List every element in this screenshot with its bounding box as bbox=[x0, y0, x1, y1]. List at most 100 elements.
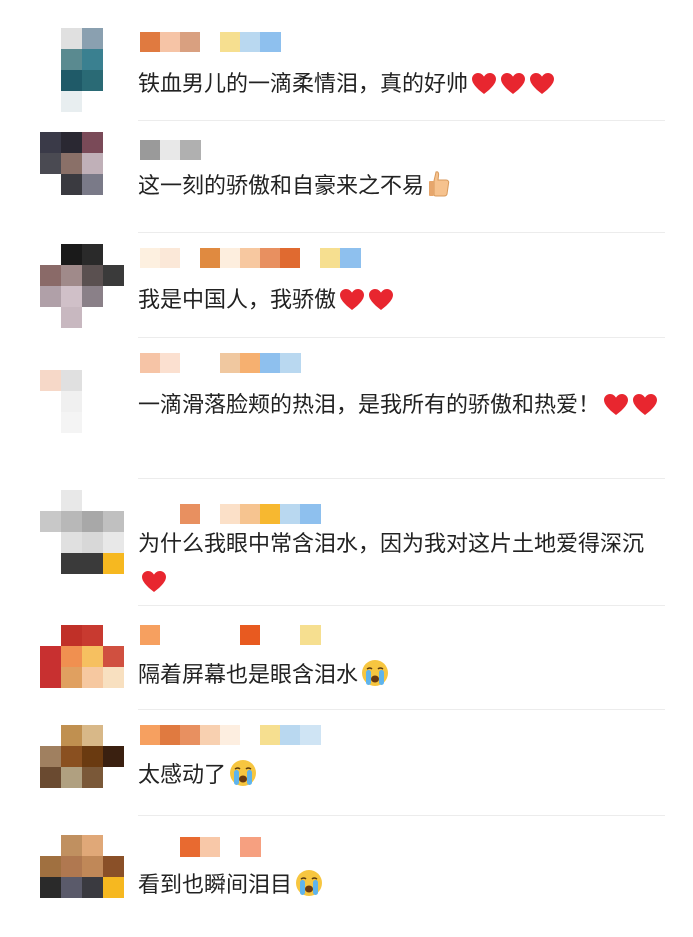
avatar-pixel bbox=[103, 646, 124, 667]
username-redacted[interactable] bbox=[140, 504, 400, 524]
username-pixel bbox=[160, 248, 181, 268]
avatar-pixel bbox=[61, 511, 82, 532]
avatar-pixel bbox=[82, 898, 103, 919]
comment-text: 太感动了 bbox=[138, 757, 668, 795]
avatar-pixel bbox=[40, 391, 61, 412]
avatar-pixel bbox=[40, 856, 61, 877]
avatar[interactable] bbox=[40, 349, 124, 433]
username-pixel bbox=[160, 725, 181, 745]
username-pixel bbox=[280, 504, 301, 524]
username-pixel bbox=[140, 725, 161, 745]
username-pixel bbox=[140, 353, 161, 373]
avatar-pixel bbox=[82, 490, 103, 511]
username-pixel bbox=[240, 725, 261, 745]
avatar-pixel bbox=[40, 49, 61, 70]
avatar-pixel bbox=[61, 856, 82, 877]
avatar[interactable] bbox=[40, 490, 124, 574]
avatar-pixel bbox=[61, 553, 82, 574]
username-pixel bbox=[340, 248, 361, 268]
comment-text: 铁血男儿的一滴柔情泪，真的好帅 bbox=[138, 66, 668, 104]
avatar-pixel bbox=[82, 70, 103, 91]
avatar-pixel bbox=[103, 70, 124, 91]
comment-body: 为什么我眼中常含泪水，因为我对这片土地爱得深沉 bbox=[138, 532, 645, 557]
comment-body: 一滴滑落脸颊的热泪，是我所有的骄傲和热爱！ bbox=[138, 393, 601, 418]
avatar-pixel bbox=[40, 898, 61, 919]
username-redacted[interactable] bbox=[140, 837, 400, 857]
avatar-pixel bbox=[40, 667, 61, 688]
username-redacted[interactable] bbox=[140, 725, 400, 745]
avatar-pixel bbox=[61, 835, 82, 856]
avatar-pixel bbox=[82, 688, 103, 709]
avatar[interactable] bbox=[40, 835, 124, 919]
avatar-pixel bbox=[82, 856, 103, 877]
heart-emoji-icon bbox=[368, 287, 394, 311]
avatar-pixel bbox=[61, 70, 82, 91]
avatar-pixel bbox=[40, 153, 61, 174]
avatar-pixel bbox=[82, 767, 103, 788]
avatar-pixel bbox=[61, 153, 82, 174]
avatar-pixel bbox=[40, 28, 61, 49]
avatar-pixel bbox=[61, 370, 82, 391]
avatar-pixel bbox=[103, 490, 124, 511]
username-pixel bbox=[140, 140, 161, 160]
avatar-pixel bbox=[103, 49, 124, 70]
avatar[interactable] bbox=[40, 132, 124, 216]
avatar-pixel bbox=[40, 553, 61, 574]
avatar-pixel bbox=[103, 688, 124, 709]
avatar-pixel bbox=[61, 391, 82, 412]
avatar-pixel bbox=[82, 132, 103, 153]
avatar-pixel bbox=[61, 625, 82, 646]
avatar-pixel bbox=[61, 286, 82, 307]
comment-divider bbox=[138, 709, 665, 710]
avatar[interactable] bbox=[40, 625, 124, 709]
avatar-pixel bbox=[61, 195, 82, 216]
comment-body: 我是中国人，我骄傲 bbox=[138, 288, 337, 313]
avatar-pixel bbox=[82, 625, 103, 646]
comment-text: 这一刻的骄傲和自豪来之不易 bbox=[138, 168, 668, 206]
avatar-pixel bbox=[103, 195, 124, 216]
username-redacted[interactable] bbox=[140, 32, 400, 52]
avatar-pixel bbox=[82, 667, 103, 688]
avatar-pixel bbox=[61, 28, 82, 49]
avatar-pixel bbox=[61, 667, 82, 688]
username-pixel bbox=[180, 32, 201, 52]
avatar-pixel bbox=[82, 265, 103, 286]
username-redacted[interactable] bbox=[140, 353, 400, 373]
avatar-pixel bbox=[103, 898, 124, 919]
thumbs-up-emoji-icon bbox=[427, 170, 451, 198]
username-pixel bbox=[200, 248, 221, 268]
avatar-pixel bbox=[40, 646, 61, 667]
username-pixel bbox=[140, 837, 161, 857]
heart-emoji-icon bbox=[339, 287, 365, 311]
avatar-pixel bbox=[61, 767, 82, 788]
avatar-pixel bbox=[61, 174, 82, 195]
username-redacted[interactable] bbox=[140, 248, 400, 268]
avatar-pixel bbox=[40, 132, 61, 153]
username-pixel bbox=[300, 625, 321, 645]
avatar-pixel bbox=[40, 412, 61, 433]
avatar-pixel bbox=[82, 725, 103, 746]
username-pixel bbox=[140, 32, 161, 52]
avatar-pixel bbox=[82, 195, 103, 216]
avatar[interactable] bbox=[40, 244, 124, 328]
comment-text: 一滴滑落脸颊的热泪，是我所有的骄傲和热爱！ bbox=[138, 387, 668, 425]
username-redacted[interactable] bbox=[140, 140, 400, 160]
username-pixel bbox=[280, 625, 301, 645]
username-pixel bbox=[180, 140, 201, 160]
username-pixel bbox=[160, 504, 181, 524]
avatar-pixel bbox=[82, 391, 103, 412]
avatar-pixel bbox=[40, 70, 61, 91]
crying-face-emoji-icon bbox=[229, 759, 257, 787]
username-pixel bbox=[200, 625, 221, 645]
avatar[interactable] bbox=[40, 725, 124, 809]
username-pixel bbox=[160, 32, 181, 52]
username-pixel bbox=[220, 837, 241, 857]
avatar-pixel bbox=[103, 553, 124, 574]
avatar-pixel bbox=[40, 174, 61, 195]
avatar-pixel bbox=[103, 856, 124, 877]
avatar-pixel bbox=[103, 244, 124, 265]
username-redacted[interactable] bbox=[140, 625, 400, 645]
avatar-pixel bbox=[40, 286, 61, 307]
avatar-pixel bbox=[40, 490, 61, 511]
avatar[interactable] bbox=[40, 28, 124, 112]
